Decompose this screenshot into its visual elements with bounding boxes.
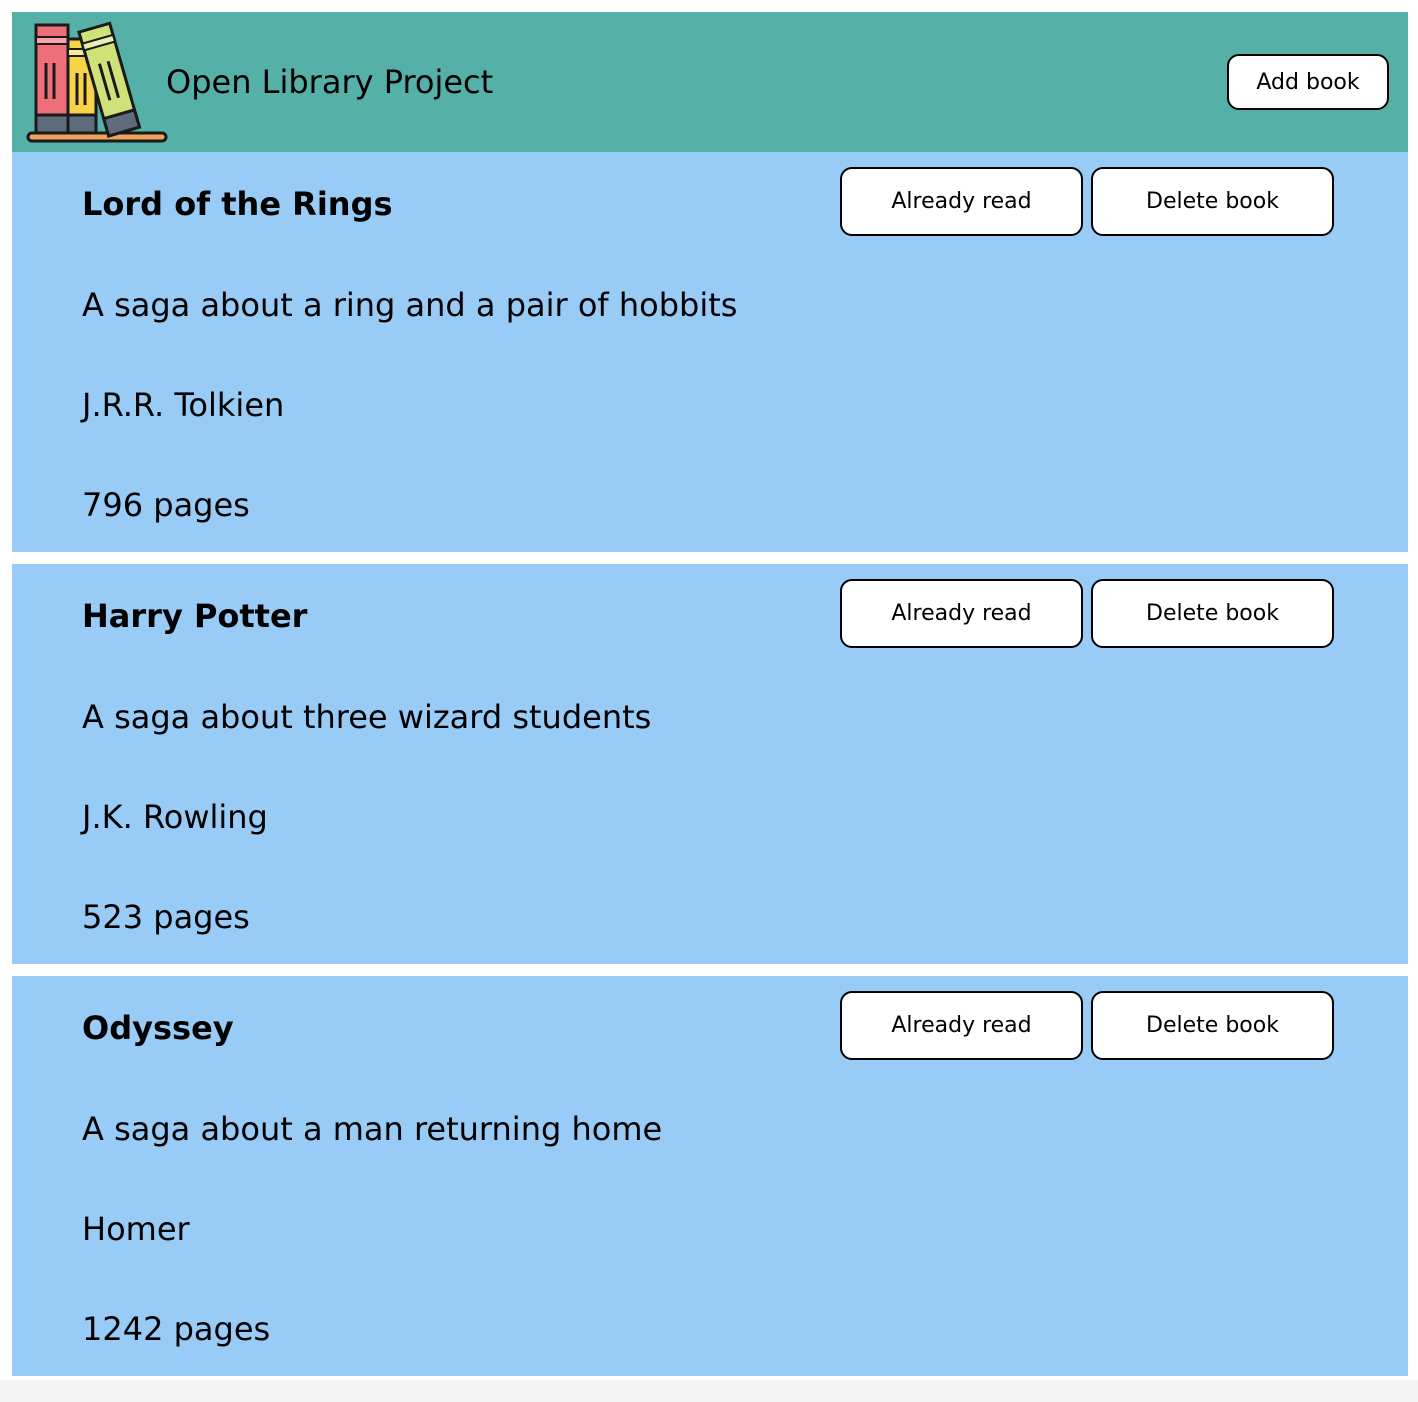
book-card: Odyssey Already read Delete book A saga …: [12, 976, 1408, 1376]
book-card: Lord of the Rings Already read Delete bo…: [12, 152, 1408, 552]
page-footer-strip: [0, 1380, 1418, 1402]
book-title: Odyssey: [82, 1009, 234, 1047]
book-title: Harry Potter: [82, 597, 308, 635]
app-title: Open Library Project: [166, 63, 494, 101]
book-author: J.K. Rowling: [82, 798, 268, 836]
already-read-button[interactable]: Already read: [840, 991, 1083, 1060]
books-on-shelf-icon: [26, 21, 168, 143]
delete-book-button[interactable]: Delete book: [1091, 991, 1334, 1060]
page: Open Library Project Add book Lord of th…: [12, 12, 1408, 1376]
book-author: Homer: [82, 1210, 190, 1248]
book-pages: 523 pages: [82, 898, 250, 936]
add-book-button[interactable]: Add book: [1227, 54, 1389, 110]
app-header: Open Library Project Add book: [12, 12, 1408, 152]
book-title: Lord of the Rings: [82, 185, 393, 223]
already-read-button[interactable]: Already read: [840, 579, 1083, 648]
already-read-button[interactable]: Already read: [840, 167, 1083, 236]
book-description: A saga about a man returning home: [82, 1110, 663, 1148]
book-pages: 796 pages: [82, 486, 250, 524]
delete-book-button[interactable]: Delete book: [1091, 167, 1334, 236]
book-description: A saga about three wizard students: [82, 698, 652, 736]
book-description: A saga about a ring and a pair of hobbit…: [82, 286, 738, 324]
delete-book-button[interactable]: Delete book: [1091, 579, 1334, 648]
book-pages: 1242 pages: [82, 1310, 271, 1348]
book-author: J.R.R. Tolkien: [82, 386, 285, 424]
book-card: Harry Potter Already read Delete book A …: [12, 564, 1408, 964]
